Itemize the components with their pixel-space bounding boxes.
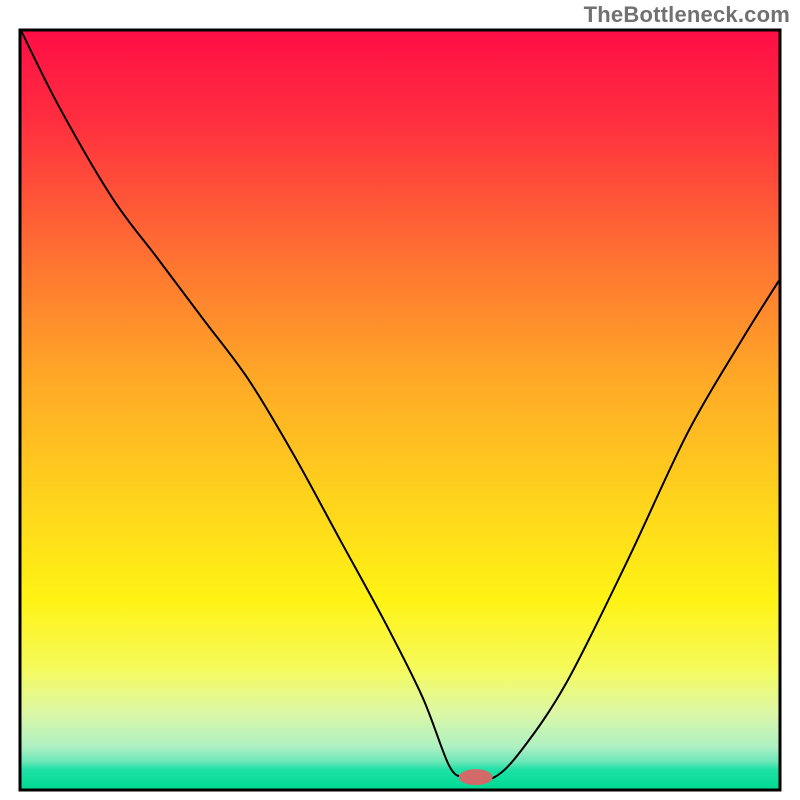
bottleneck-chart bbox=[0, 0, 800, 800]
watermark-text: TheBottleneck.com bbox=[584, 2, 790, 28]
optimum-marker bbox=[459, 769, 493, 785]
chart-container: TheBottleneck.com bbox=[0, 0, 800, 800]
plot-background bbox=[22, 32, 779, 789]
